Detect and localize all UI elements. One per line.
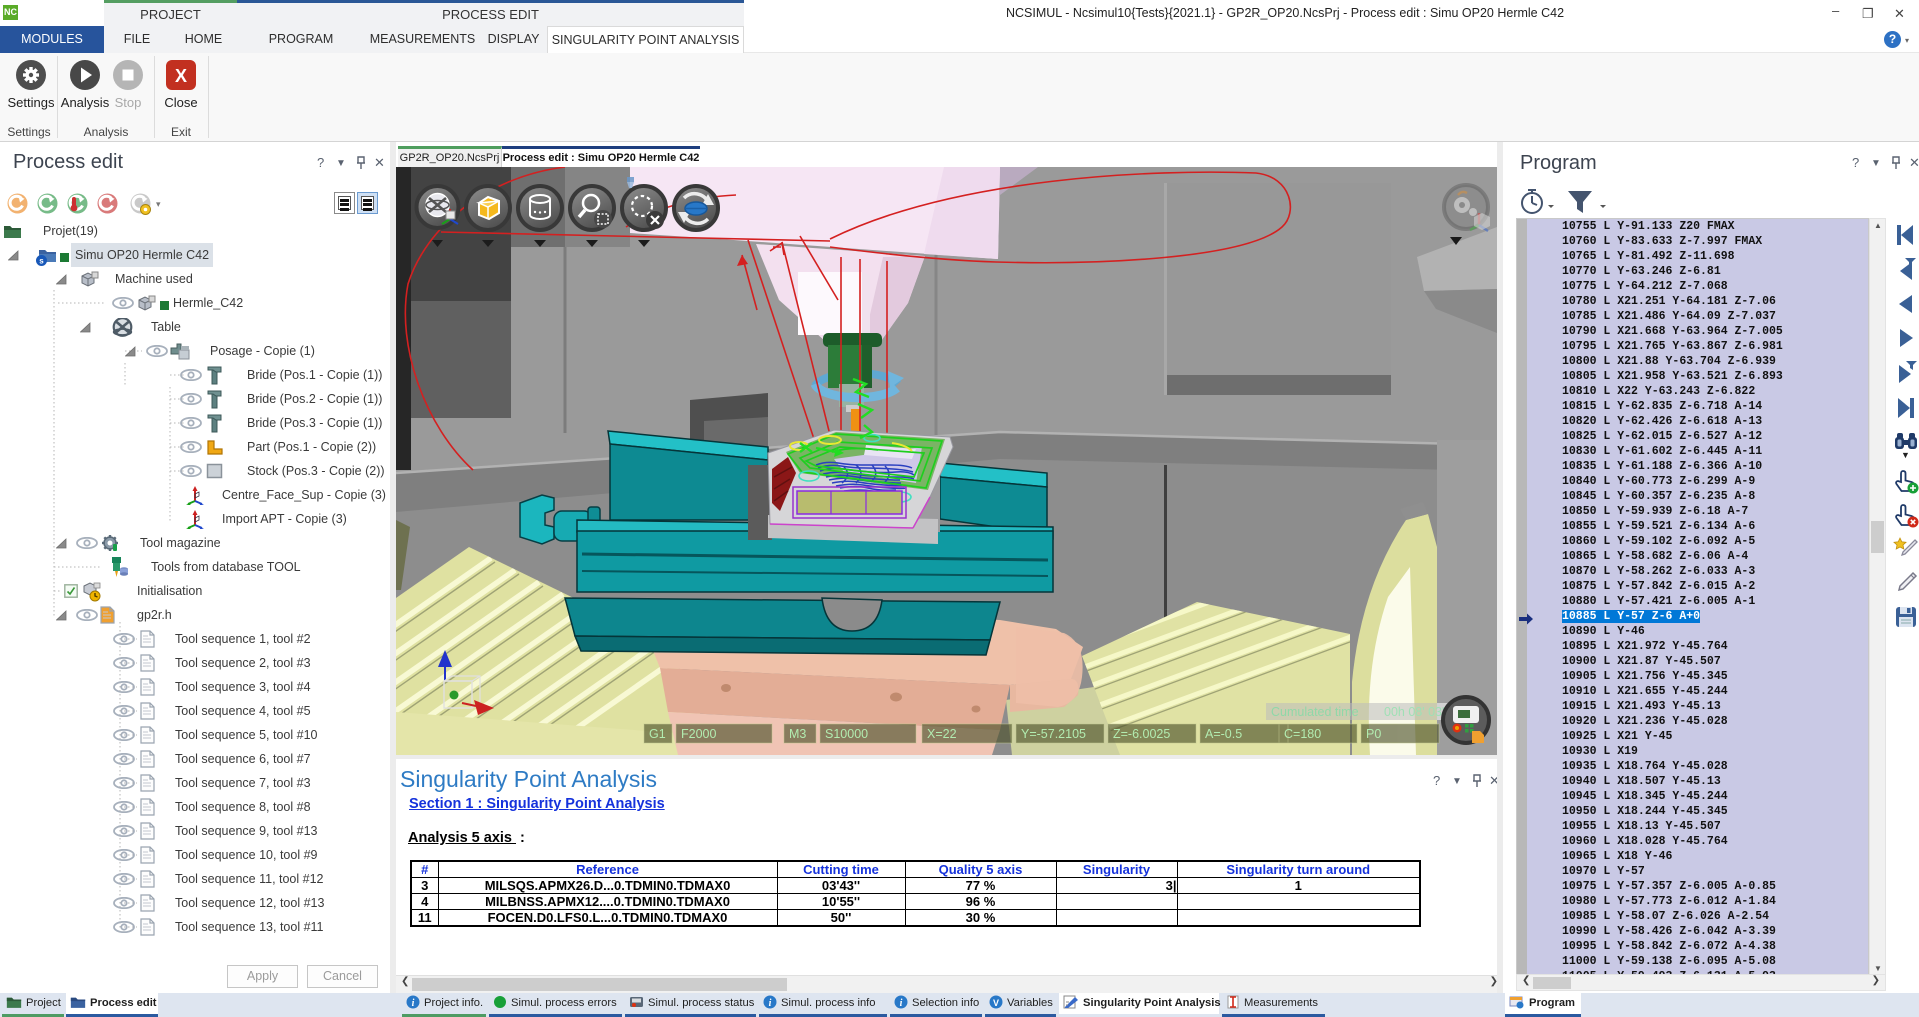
svg-text:G1: G1	[649, 727, 666, 741]
svg-text:M3: M3	[789, 727, 806, 741]
svg-text:Cumulated time: Cumulated time	[1271, 705, 1359, 719]
svg-text:i: i	[769, 998, 772, 1009]
svg-text:s: s	[39, 257, 44, 266]
svg-text:00h 08' 03": 00h 08' 03"	[1384, 705, 1446, 719]
svg-text:i: i	[900, 998, 903, 1009]
svg-text:S10000: S10000	[825, 727, 868, 741]
svg-text:A=-0.5: A=-0.5	[1205, 727, 1242, 741]
svg-text:i: i	[412, 998, 415, 1009]
svg-text:Z=-6.0025: Z=-6.0025	[1113, 727, 1170, 741]
svg-text:X: X	[175, 66, 187, 86]
svg-text:V: V	[993, 998, 999, 1008]
svg-text:F2000: F2000	[681, 727, 716, 741]
svg-text:P0: P0	[1366, 727, 1381, 741]
svg-text:X=22: X=22	[927, 727, 957, 741]
svg-text:Y=-57.2105: Y=-57.2105	[1021, 727, 1086, 741]
svg-text:C=180: C=180	[1284, 727, 1321, 741]
